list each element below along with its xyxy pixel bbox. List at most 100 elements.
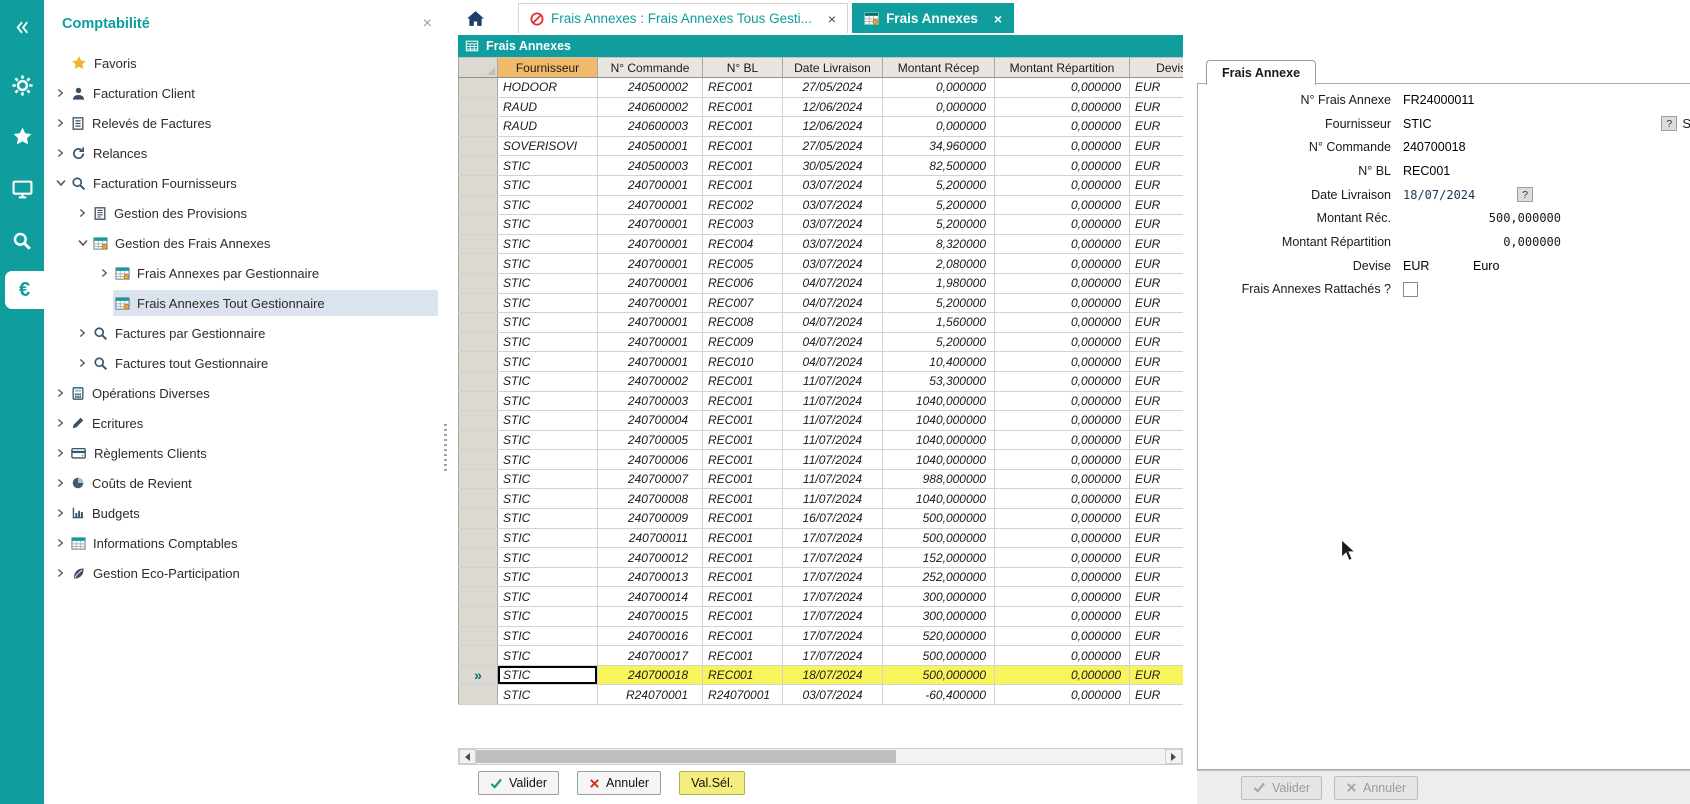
- chevron-right-icon[interactable]: [52, 568, 69, 578]
- grid-cell[interactable]: 03/07/2024: [783, 176, 883, 195]
- grid-cell[interactable]: EUR: [1130, 607, 1183, 626]
- grid-cell[interactable]: REC001: [703, 137, 783, 156]
- row-selector[interactable]: [458, 529, 498, 548]
- grid-cell[interactable]: REC001: [703, 568, 783, 587]
- grid-cell[interactable]: STIC: [498, 431, 598, 450]
- grid-cell[interactable]: STIC: [498, 196, 598, 215]
- grid-row[interactable]: STIC240700001REC00503/07/20242,0800000,0…: [458, 254, 1183, 274]
- grid-cell[interactable]: STIC: [498, 607, 598, 626]
- grid-cell[interactable]: STIC: [498, 156, 598, 175]
- grid-cell[interactable]: 0,000000: [995, 137, 1130, 156]
- grid-cell[interactable]: 500,000000: [883, 646, 995, 665]
- chevron-right-icon[interactable]: [52, 508, 69, 518]
- grid-cell[interactable]: STIC: [498, 313, 598, 332]
- grid-cell[interactable]: 8,320000: [883, 235, 995, 254]
- grid-cell[interactable]: EUR: [1130, 294, 1183, 313]
- grid-cell[interactable]: 03/07/2024: [783, 196, 883, 215]
- grid-row[interactable]: STIC240500003REC00130/05/202482,5000000,…: [458, 156, 1183, 176]
- grid-cell[interactable]: REC001: [703, 78, 783, 97]
- row-selector[interactable]: [458, 294, 498, 313]
- grid-cell[interactable]: 11/07/2024: [783, 431, 883, 450]
- grid-cell[interactable]: 0,000000: [995, 666, 1130, 685]
- row-selector[interactable]: [458, 156, 498, 175]
- grid-cell[interactable]: EUR: [1130, 450, 1183, 469]
- grid-row[interactable]: STIC240700006REC00111/07/20241040,000000…: [458, 450, 1183, 470]
- grid-cell[interactable]: EUR: [1130, 352, 1183, 371]
- grid-cell[interactable]: STIC: [498, 254, 598, 273]
- grid-cell[interactable]: 5,200000: [883, 196, 995, 215]
- grid-cell[interactable]: EUR: [1130, 646, 1183, 665]
- grid-cell[interactable]: EUR: [1130, 235, 1183, 254]
- grid-cell[interactable]: EUR: [1130, 431, 1183, 450]
- scrollbar-thumb[interactable]: [476, 750, 896, 763]
- chevron-right-icon[interactable]: [74, 208, 91, 218]
- grid-cell[interactable]: 12/06/2024: [783, 117, 883, 136]
- grid-cell[interactable]: 240700001: [598, 274, 703, 293]
- grid-cell[interactable]: 0,000000: [995, 156, 1130, 175]
- grid-cell[interactable]: STIC: [498, 685, 598, 704]
- row-selector[interactable]: [458, 176, 498, 195]
- grid-cell[interactable]: REC001: [703, 548, 783, 567]
- grid-cell[interactable]: 240700008: [598, 489, 703, 508]
- grid-cell[interactable]: 0,000000: [995, 509, 1130, 528]
- sidebar-item-facturation-client[interactable]: Facturation Client: [44, 78, 446, 108]
- grid-cell[interactable]: 0,000000: [995, 235, 1130, 254]
- grid-cell[interactable]: 11/07/2024: [783, 450, 883, 469]
- chevron-right-icon[interactable]: [52, 118, 69, 128]
- grid-cell[interactable]: 300,000000: [883, 607, 995, 626]
- grid-cell[interactable]: 0,000000: [995, 333, 1130, 352]
- row-selector[interactable]: [458, 137, 498, 156]
- grid-cell[interactable]: 04/07/2024: [783, 352, 883, 371]
- grid-cell[interactable]: STIC: [498, 529, 598, 548]
- chevron-right-icon[interactable]: [96, 268, 113, 278]
- grid-cell[interactable]: STIC: [498, 333, 598, 352]
- grid-cell[interactable]: 240700005: [598, 431, 703, 450]
- grid-cell[interactable]: STIC: [498, 392, 598, 411]
- grid-cell[interactable]: 0,000000: [995, 254, 1130, 273]
- tab-frais-annexes[interactable]: Frais Annexes ×: [852, 3, 1014, 33]
- grid-cell[interactable]: 2,080000: [883, 254, 995, 273]
- grid-cell[interactable]: RAUD: [498, 117, 598, 136]
- accounting-button[interactable]: €: [5, 271, 44, 309]
- row-selector[interactable]: [458, 685, 498, 704]
- sidebar-item-couts-de-revient[interactable]: Coûts de Revient: [44, 468, 446, 498]
- row-selector[interactable]: [458, 489, 498, 508]
- grid-corner-cell[interactable]: [458, 57, 498, 78]
- grid-cell[interactable]: 252,000000: [883, 568, 995, 587]
- grid-row[interactable]: STIC240700004REC00111/07/20241040,000000…: [458, 411, 1183, 431]
- grid-cell[interactable]: SOVERISOVI: [498, 137, 598, 156]
- grid-cell[interactable]: 11/07/2024: [783, 489, 883, 508]
- grid-cell[interactable]: 240600002: [598, 98, 703, 117]
- grid-row[interactable]: STIC240700012REC00117/07/2024152,0000000…: [458, 548, 1183, 568]
- row-selector[interactable]: [458, 98, 498, 117]
- grid-cell[interactable]: 1040,000000: [883, 392, 995, 411]
- chevron-right-icon[interactable]: [52, 388, 69, 398]
- grid-cell[interactable]: 0,000000: [995, 294, 1130, 313]
- grid-cell[interactable]: 500,000000: [883, 529, 995, 548]
- grid-cell[interactable]: EUR: [1130, 489, 1183, 508]
- sidebar-item-gestion-des-frais-annexes[interactable]: Gestion des Frais Annexes: [44, 228, 446, 258]
- grid-cell[interactable]: EUR: [1130, 215, 1183, 234]
- grid-cell[interactable]: 240700009: [598, 509, 703, 528]
- grid-cell[interactable]: 240700001: [598, 176, 703, 195]
- sidebar-item-gestion-des-provisions[interactable]: Gestion des Provisions: [44, 198, 446, 228]
- chevron-right-icon[interactable]: [52, 148, 69, 158]
- grid-row[interactable]: STIC240700011REC00117/07/2024500,0000000…: [458, 529, 1183, 549]
- grid-cell[interactable]: 17/07/2024: [783, 548, 883, 567]
- row-selector[interactable]: [458, 411, 498, 430]
- grid-cell[interactable]: EUR: [1130, 568, 1183, 587]
- grid-cell[interactable]: 240700007: [598, 470, 703, 489]
- grid-cell[interactable]: REC001: [703, 450, 783, 469]
- grid-cell[interactable]: 0,000000: [995, 411, 1130, 430]
- grid-cell[interactable]: 500,000000: [883, 509, 995, 528]
- row-selector[interactable]: [458, 607, 498, 626]
- grid-cell[interactable]: 0,000000: [883, 78, 995, 97]
- grid-cell[interactable]: STIC: [498, 627, 598, 646]
- tab-close-icon[interactable]: ×: [828, 11, 836, 27]
- grid-cell[interactable]: 10,400000: [883, 352, 995, 371]
- grid-cell[interactable]: 240700006: [598, 450, 703, 469]
- grid-cell[interactable]: 0,000000: [995, 313, 1130, 332]
- grid-cell[interactable]: EUR: [1130, 372, 1183, 391]
- grid-cell[interactable]: 240700011: [598, 529, 703, 548]
- grid-cell[interactable]: EUR: [1130, 176, 1183, 195]
